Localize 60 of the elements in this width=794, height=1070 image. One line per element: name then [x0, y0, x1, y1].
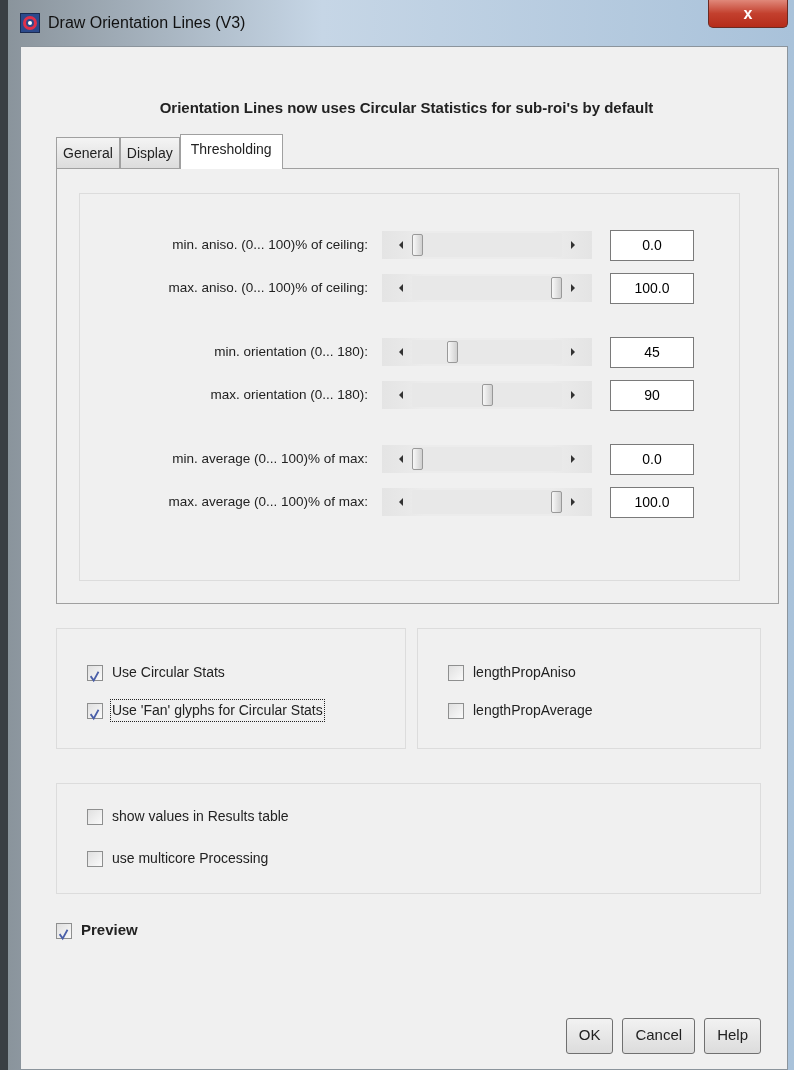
- slider[interactable]: [382, 338, 592, 366]
- tab[interactable]: General: [56, 136, 120, 168]
- slider[interactable]: [382, 274, 592, 302]
- checkbox[interactable]: [87, 850, 103, 867]
- left-arrow-icon[interactable]: [398, 241, 404, 249]
- slider-thumb[interactable]: [446, 341, 458, 363]
- slider-label: max. average (0... 100)% of max:: [167, 492, 369, 511]
- dialog-heading: Orientation Lines now uses Circular Statistics for sub-roi's by default: [158, 98, 655, 118]
- checkbox[interactable]: [56, 922, 72, 939]
- right-arrow-icon[interactable]: [570, 455, 576, 463]
- right-arrow-icon[interactable]: [570, 241, 576, 249]
- close-button[interactable]: x: [708, 0, 788, 28]
- slider-label: min. orientation (0... 180):: [213, 342, 369, 361]
- left-arrow-icon[interactable]: [398, 391, 404, 399]
- slider[interactable]: [382, 488, 592, 516]
- slider[interactable]: [382, 381, 592, 409]
- checkbox-label[interactable]: show values in Results table: [110, 805, 291, 828]
- checkbox-label[interactable]: use multicore Processing: [110, 847, 271, 870]
- slider-thumb[interactable]: [412, 234, 423, 256]
- value-field[interactable]: 90: [610, 379, 694, 411]
- right-arrow-icon[interactable]: [570, 498, 576, 506]
- value-field[interactable]: 100.0: [610, 272, 694, 304]
- checkbox[interactable]: [448, 664, 464, 681]
- right-arrow-icon[interactable]: [570, 391, 576, 399]
- checkbox[interactable]: [87, 808, 103, 825]
- value-field[interactable]: 100.0: [610, 486, 694, 518]
- checkbox-label[interactable]: Use Circular Stats: [110, 661, 227, 684]
- slider-thumb[interactable]: [551, 277, 562, 299]
- checkbox[interactable]: [87, 702, 103, 719]
- dialog-button[interactable]: Help: [704, 1017, 761, 1054]
- value-field[interactable]: 0.0: [610, 229, 694, 261]
- checkbox-label[interactable]: lengthPropAniso: [471, 661, 578, 684]
- slider-label: min. average (0... 100)% of max:: [171, 449, 369, 468]
- left-arrow-icon[interactable]: [398, 348, 404, 356]
- right-arrow-icon[interactable]: [570, 348, 576, 356]
- slider[interactable]: [382, 445, 592, 473]
- checkbox[interactable]: [87, 664, 103, 681]
- dialog-button[interactable]: OK: [565, 1017, 614, 1054]
- value-field[interactable]: 45: [610, 336, 694, 368]
- left-arrow-icon[interactable]: [398, 498, 404, 506]
- checkbox-label[interactable]: Use 'Fan' glyphs for Circular Stats: [110, 699, 325, 722]
- checkbox-label[interactable]: lengthPropAverage: [471, 699, 595, 722]
- checkbox[interactable]: [448, 702, 464, 719]
- app-icon: [20, 13, 40, 33]
- dialog-button[interactable]: Cancel: [622, 1017, 696, 1054]
- slider-thumb[interactable]: [412, 448, 423, 470]
- checkbox-label[interactable]: Preview: [79, 918, 140, 943]
- slider-label: max. orientation (0... 180):: [209, 385, 369, 404]
- slider-label: max. aniso. (0... 100)% of ceiling:: [167, 278, 369, 297]
- slider-thumb[interactable]: [481, 384, 493, 406]
- window-title: Draw Orientation Lines (V3): [48, 13, 246, 33]
- slider-label: min. aniso. (0... 100)% of ceiling:: [171, 235, 369, 254]
- slider[interactable]: [382, 231, 592, 259]
- tab[interactable]: Display: [119, 136, 180, 168]
- slider-thumb[interactable]: [551, 491, 562, 513]
- tab[interactable]: Thresholding: [179, 133, 283, 169]
- value-field[interactable]: 0.0: [610, 443, 694, 475]
- left-arrow-icon[interactable]: [398, 284, 404, 292]
- left-arrow-icon[interactable]: [398, 455, 404, 463]
- right-arrow-icon[interactable]: [570, 284, 576, 292]
